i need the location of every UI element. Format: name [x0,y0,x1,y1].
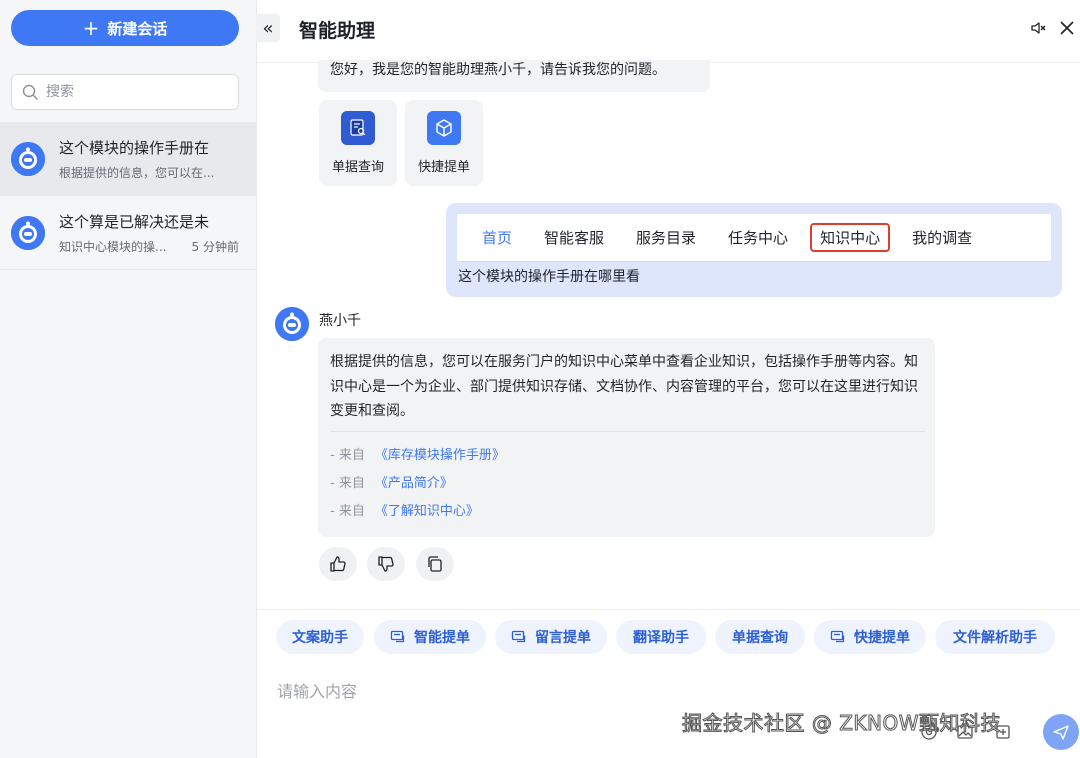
attached-nav-screenshot: 首页 智能客服 服务目录 任务中心 知识中心 我的调查 [457,214,1051,262]
close-icon[interactable] [1058,19,1076,37]
tool-label: 留言提单 [535,630,591,646]
search-input[interactable] [46,84,226,100]
robot-icon [11,215,45,250]
conversation-item[interactable]: 这个模块的操作手册在 根据提供的信息，您可以在... [0,122,256,196]
conversation-preview: 知识中心模块的操... [59,239,167,254]
tool-label: 单据查询 [732,630,788,646]
tool-message-ticket[interactable]: 留言提单 [495,620,607,654]
bot-reply-divider [330,431,925,432]
source-prefix: - 来自 [330,476,365,491]
cube-icon [427,111,461,145]
document-search-icon [341,111,375,145]
thumbs-down-icon [378,556,394,572]
like-button[interactable] [319,547,357,581]
sidebar: + 新建会话 这个模块的操作手册在 根据提供的信息，您可以在... 这个算是已解… [0,0,257,758]
assistant-avatar [11,215,45,250]
tool-copywriting[interactable]: 文案助手 [276,620,364,654]
message-input[interactable] [277,682,877,701]
quick-card-quick-ticket[interactable]: 快捷提单 [405,100,483,186]
quick-card-label: 快捷提单 [417,160,470,175]
quick-card-document-query[interactable]: 单据查询 [319,100,397,186]
ticket-icon [830,630,845,643]
bot-reply-text: 根据提供的信息，您可以在服务门户的知识中心菜单中查看企业知识，包括操作手册等内容… [330,354,918,419]
nav-item-service: 智能客服 [544,229,605,247]
nav-item-knowledge-highlighted: 知识中心 [810,223,891,252]
source-prefix: - 来自 [330,448,365,463]
ticket-icon [511,630,526,643]
tool-label: 文案助手 [292,630,348,646]
bot-name: 燕小千 [319,313,361,329]
tool-label: 智能提单 [414,630,470,646]
source-item: - 来自 《库存模块操作手册》 [330,444,505,463]
robot-icon [11,141,45,176]
tool-label: 翻译助手 [633,630,689,646]
assistant-avatar [11,141,45,176]
source-link[interactable]: 《产品简介》 [375,476,453,491]
source-prefix: - 来自 [330,504,365,519]
bot-avatar [275,307,309,341]
ticket-icon [390,630,405,643]
copy-button[interactable] [416,547,454,581]
dislike-button[interactable] [367,547,405,581]
new-chat-label: 新建会话 [107,19,168,38]
tool-document-query[interactable]: 单据查询 [715,620,805,654]
tools-divider [257,609,1080,610]
conversation-title: 这个算是已解决还是未 [59,212,210,231]
greeting-bubble: 您好，我是您的智能助理燕小千，请告诉我您的问题。 [318,60,710,92]
tool-translate[interactable]: 翻译助手 [616,620,706,654]
copy-icon [428,556,442,572]
quick-card-label: 单据查询 [331,160,384,175]
thumbs-up-icon [330,556,346,572]
new-chat-button[interactable]: + 新建会话 [11,10,239,46]
tool-label: 文件解析助手 [953,630,1037,646]
collapse-sidebar-button[interactable]: « [256,14,280,42]
source-item: - 来自 《产品简介》 [330,472,453,491]
mute-icon[interactable] [1030,20,1046,36]
nav-item-survey: 我的调查 [912,229,973,247]
conversation-list: 这个模块的操作手册在 根据提供的信息，您可以在... 这个算是已解决还是未 知识… [0,122,256,270]
search-icon [22,84,38,100]
conversation-time: 5 分钟前 [191,239,239,254]
user-message-bubble: 首页 智能客服 服务目录 任务中心 知识中心 我的调查 这个模块的操作手册在哪里… [446,203,1062,297]
nav-item-tasks: 任务中心 [728,229,789,247]
tool-label: 快捷提单 [854,630,910,646]
source-link[interactable]: 《了解知识中心》 [375,504,479,519]
tool-smart-ticket[interactable]: 智能提单 [374,620,486,654]
message-input-area[interactable] [277,682,877,710]
robot-icon [275,307,309,341]
nav-item-home: 首页 [482,229,513,247]
send-button[interactable] [1043,714,1079,750]
send-icon [1053,725,1069,740]
tool-quick-ticket[interactable]: 快捷提单 [814,620,926,654]
source-item: - 来自 《了解知识中心》 [330,500,479,519]
page-title: 智能助理 [299,20,376,42]
conversation-item[interactable]: 这个算是已解决还是未 知识中心模块的操... 5 分钟前 [0,196,256,270]
nav-item-catalog: 服务目录 [636,229,697,247]
watermark: 掘金技术社区 @ ZKNOW甄知科技 [681,711,1002,736]
bot-reply-bubble: 根据提供的信息，您可以在服务门户的知识中心菜单中查看企业知识，包括操作手册等内容… [318,338,935,537]
conversation-preview: 根据提供的信息，您可以在... [59,165,215,180]
tool-file-parse[interactable]: 文件解析助手 [935,620,1055,654]
double-chevron-left-icon: « [262,17,274,39]
conversation-title: 这个模块的操作手册在 [59,138,210,157]
user-message-text: 这个模块的操作手册在哪里看 [458,269,640,285]
plus-icon: + [82,16,100,40]
search-box[interactable] [11,74,239,110]
source-link[interactable]: 《库存模块操作手册》 [375,448,505,463]
greeting-text: 您好，我是您的智能助理燕小千，请告诉我您的问题。 [330,62,666,78]
